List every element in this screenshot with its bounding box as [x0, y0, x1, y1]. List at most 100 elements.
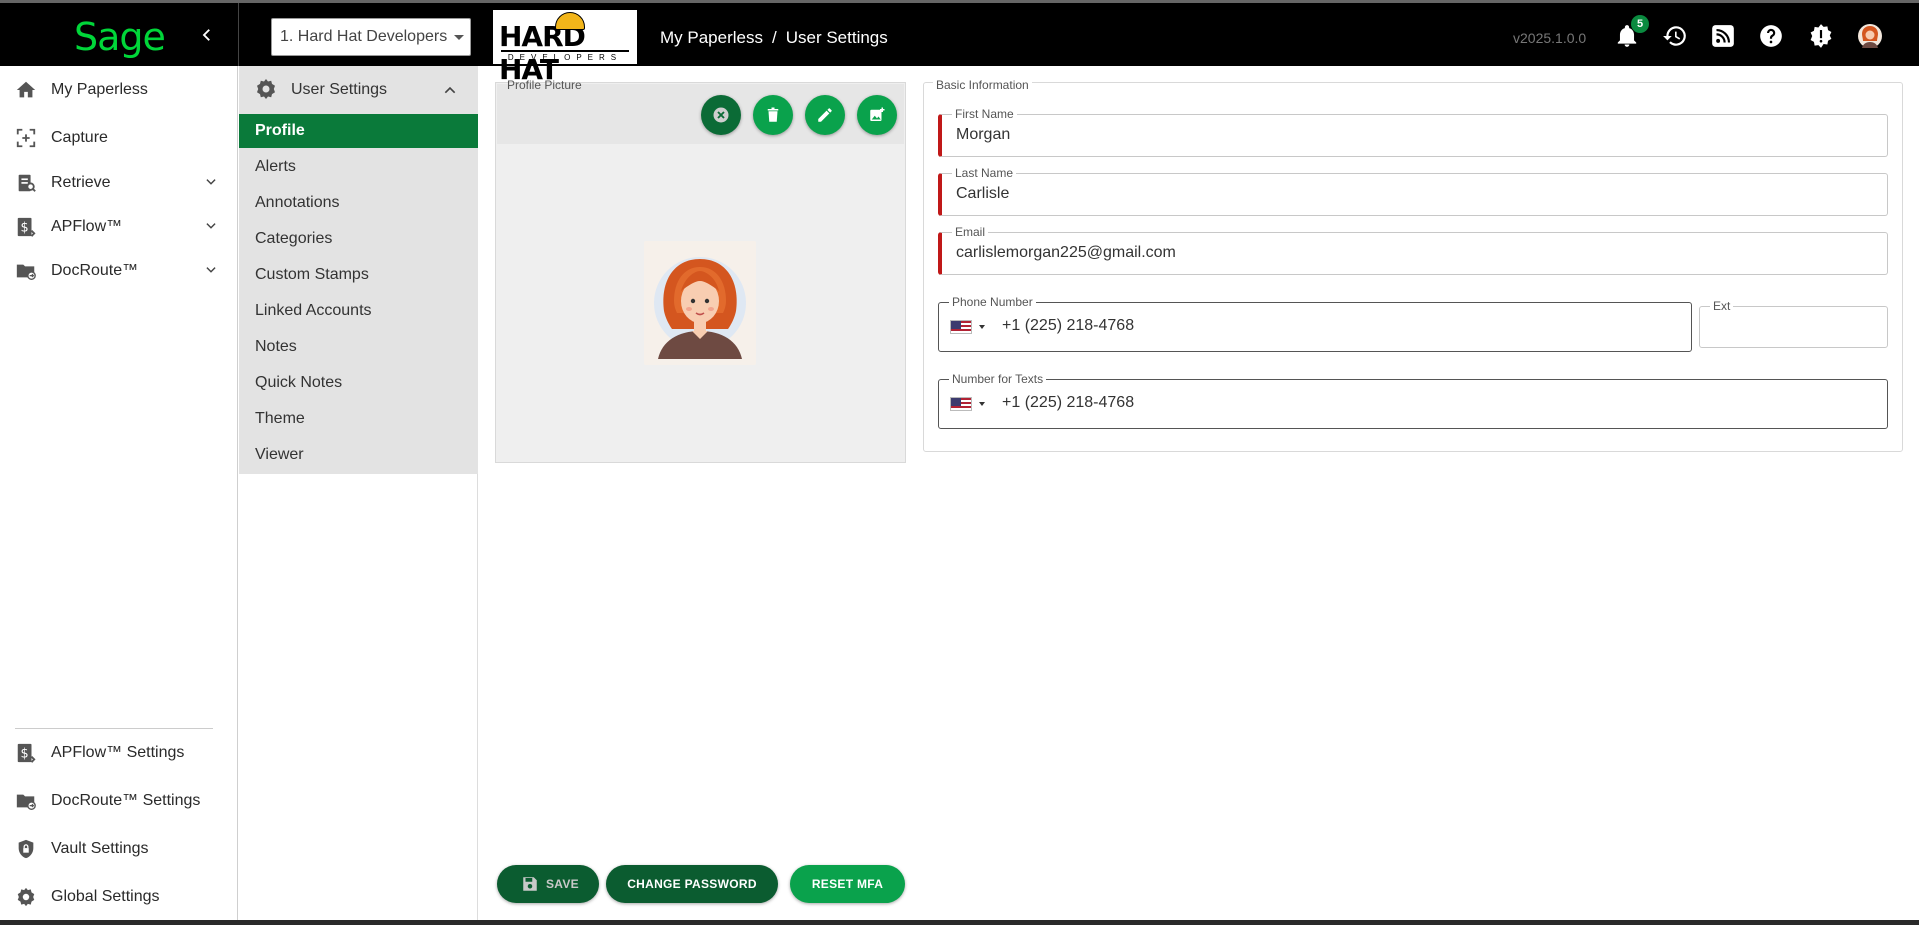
profile-picture-image [644, 241, 756, 365]
chevron-down-icon[interactable] [204, 263, 218, 277]
sidebar-item-vault-settings[interactable]: Vault Settings [0, 829, 238, 869]
settings-nav-header[interactable]: User Settings [239, 66, 478, 114]
sidebar-divider [15, 728, 213, 729]
rss-icon[interactable] [1710, 23, 1736, 49]
add-photo-icon [870, 107, 885, 121]
sidebar-item-docroute[interactable]: DocRoute™ [0, 251, 238, 291]
phone-number-label: Phone Number [949, 295, 1036, 309]
reset-mfa-button[interactable]: RESET MFA [790, 865, 905, 903]
sidebar-item-label: DocRoute™ Settings [51, 792, 201, 809]
notification-count-badge: 5 [1631, 15, 1649, 33]
home-icon [14, 79, 38, 101]
save-button[interactable]: SAVE [497, 865, 599, 903]
help-icon[interactable] [1758, 23, 1784, 49]
email-field[interactable]: Email carlislemorgan225@gmail.com [938, 225, 1888, 275]
sidebar-item-capture[interactable]: Capture [0, 118, 238, 158]
phone-number-field[interactable]: Phone Number +1 (225) 218-4768 [938, 295, 1692, 352]
sidebar-item-label: Capture [51, 129, 108, 146]
email-value: carlislemorgan225@gmail.com [956, 244, 1176, 261]
delete-icon [767, 107, 779, 122]
breadcrumb-separator: / [771, 28, 777, 47]
last-name-field[interactable]: Last Name Carlisle [938, 166, 1888, 216]
settings-nav-item-quick-notes[interactable]: Quick Notes [239, 366, 478, 400]
chevron-up-icon[interactable] [442, 82, 458, 98]
sidebar-item-docroute-settings[interactable]: DocRoute™ Settings [0, 781, 238, 821]
collapse-sidebar-icon[interactable] [198, 25, 216, 45]
settings-nav-item-label: Viewer [255, 446, 304, 463]
text-number-value: +1 (225) 218-4768 [1002, 394, 1135, 411]
settings-nav-item-linked-accounts[interactable]: Linked Accounts [239, 294, 478, 328]
settings-nav-item-notes[interactable]: Notes [239, 330, 478, 364]
settings-nav-item-annotations[interactable]: Annotations [239, 186, 478, 220]
breadcrumb-home-link[interactable]: My Paperless [660, 28, 763, 47]
clear-icon [713, 107, 729, 123]
hard-hat-icon [555, 12, 585, 30]
main-sidebar: My Paperless Capture Retrieve $ APFlow™ … [0, 66, 238, 925]
shield-lock-icon [14, 838, 38, 860]
settings-nav-item-label: Custom Stamps [255, 266, 369, 283]
settings-nav-item-profile[interactable]: Profile [239, 114, 478, 148]
settings-nav-item-label: Theme [255, 410, 305, 427]
settings-nav-item-alerts[interactable]: Alerts [239, 150, 478, 184]
svg-text:$: $ [21, 221, 29, 236]
sidebar-item-retrieve[interactable]: Retrieve [0, 163, 238, 203]
sidebar-item-label: My Paperless [51, 81, 148, 98]
sidebar-item-global-settings[interactable]: Global Settings [0, 877, 238, 917]
sidebar-item-label: APFlow™ Settings [51, 744, 185, 761]
text-number-label: Number for Texts [949, 372, 1047, 386]
chevron-down-icon [454, 35, 464, 40]
settings-nav-item-categories[interactable]: Categories [239, 222, 478, 256]
organization-select[interactable]: 1. Hard Hat Developers [271, 18, 471, 56]
delete-picture-button[interactable] [753, 95, 793, 135]
sidebar-item-label: Vault Settings [51, 840, 149, 857]
dollar-doc-icon: $ [14, 742, 38, 764]
sidebar-item-my-paperless[interactable]: My Paperless [0, 70, 238, 110]
settings-nav-title: User Settings [291, 81, 388, 98]
chevron-down-icon[interactable] [204, 175, 218, 189]
breadcrumb: My Paperless / User Settings [660, 28, 888, 48]
user-avatar[interactable] [1857, 23, 1883, 49]
settings-nav-item-theme[interactable]: Theme [239, 402, 478, 436]
profile-picture-card [495, 82, 906, 463]
save-button-label: SAVE [546, 877, 579, 891]
company-logo-subtext: DEVELOPERS [501, 50, 629, 62]
clear-picture-button[interactable] [701, 95, 741, 135]
us-flag-icon[interactable] [950, 320, 972, 334]
chevron-down-icon [979, 402, 985, 406]
edit-icon [818, 108, 832, 122]
capture-icon [14, 127, 38, 149]
save-icon [523, 877, 537, 891]
basic-information-card: First Name Morgan Last Name Carlisle Ema… [923, 82, 1903, 452]
chevron-down-icon[interactable] [204, 219, 218, 233]
basic-information-legend: Basic Information [933, 78, 1032, 92]
retrieve-icon [14, 172, 38, 194]
last-name-value: Carlisle [956, 185, 1010, 202]
gear-icon [14, 886, 38, 908]
us-flag-icon[interactable] [950, 397, 972, 411]
ext-field[interactable]: Ext [1699, 299, 1888, 348]
settings-nav-list: Profile Alerts Annotations Categories Cu… [239, 114, 478, 474]
history-icon[interactable] [1662, 23, 1688, 49]
text-number-field[interactable]: Number for Texts +1 (225) 218-4768 [938, 372, 1888, 429]
organization-select-value: 1. Hard Hat Developers [280, 28, 448, 45]
sidebar-item-label: APFlow™ [51, 218, 123, 235]
settings-nav-item-label: Alerts [255, 158, 296, 175]
settings-nav-item-label: Profile [255, 122, 305, 139]
upload-picture-button[interactable] [857, 95, 897, 135]
first-name-label: First Name [952, 107, 1017, 121]
last-name-label: Last Name [952, 166, 1017, 180]
sage-logo[interactable]: Sage [74, 15, 166, 59]
sidebar-item-apflow[interactable]: $ APFlow™ [0, 207, 238, 247]
first-name-field[interactable]: First Name Morgan [938, 107, 1888, 157]
settings-nav-item-custom-stamps[interactable]: Custom Stamps [239, 258, 478, 292]
svg-text:$: $ [21, 747, 29, 762]
edit-picture-button[interactable] [805, 95, 845, 135]
alert-gear-icon[interactable] [1808, 23, 1834, 49]
chevron-down-icon [979, 325, 985, 329]
avatar-illustration [654, 257, 746, 359]
divider [238, 3, 239, 66]
settings-nav-item-viewer[interactable]: Viewer [239, 438, 478, 472]
sidebar-item-apflow-settings[interactable]: $ APFlow™ Settings [0, 733, 238, 773]
change-password-button[interactable]: CHANGE PASSWORD [606, 865, 778, 903]
ext-label: Ext [1710, 299, 1734, 313]
